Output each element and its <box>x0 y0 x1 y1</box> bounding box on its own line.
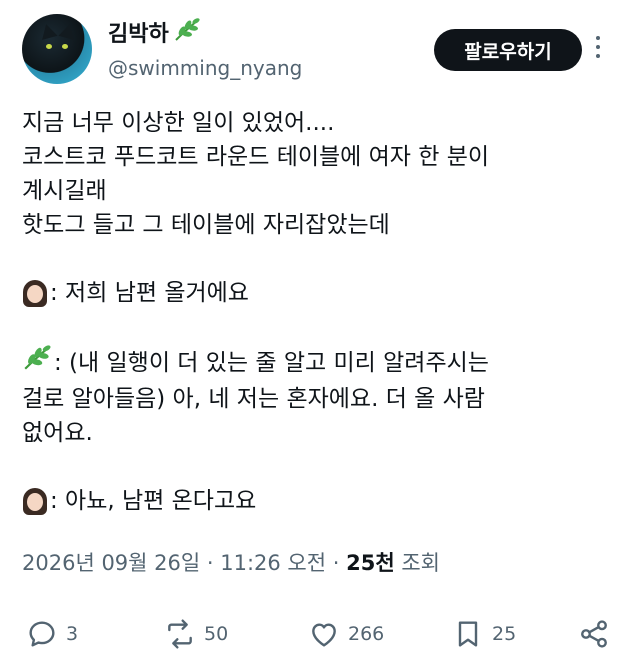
display-name[interactable]: 김박하 <box>108 16 169 48</box>
tweet-line-text: : (내 일행이 더 있는 줄 알고 미리 알려주시는 <box>54 350 489 376</box>
herb-icon <box>22 344 52 382</box>
tweet-line: 지금 너무 이상한 일이 있었어.... <box>22 106 622 140</box>
cat-ear-right <box>58 22 78 40</box>
tweet-line: 코스트코 푸드코트 라운드 테이블에 여자 한 분이 <box>22 140 622 174</box>
tweet-line-text: 걸로 알아들음) 아, 네 저는 혼자에요. 더 올 사람 <box>22 386 485 412</box>
cat-eye-left <box>46 44 52 49</box>
views-count: 25천 <box>346 551 395 575</box>
herb-icon <box>173 17 201 47</box>
tweet-line: 걸로 알아들음) 아, 네 저는 혼자에요. 더 올 사람 <box>22 382 622 416</box>
retweet-button[interactable]: 50 <box>164 612 228 656</box>
tweet-line: 없어요. <box>22 416 622 450</box>
tweet-line: : 저희 남편 올거에요 <box>22 276 622 310</box>
retweet-count: 50 <box>204 623 229 645</box>
tweet-datetime[interactable]: 2026년 09월 26일 · 11:26 오전 · <box>22 551 346 575</box>
tweet-line-text: 코스트코 푸드코트 라운드 테이블에 여자 한 분이 <box>22 144 490 170</box>
tweet-meta: 2026년 09월 26일 · 11:26 오전 · 25천 조회 <box>22 547 440 577</box>
more-options-icon[interactable] <box>596 36 600 58</box>
tweet-line: 계시길래 <box>22 174 622 208</box>
tweet-text: 지금 너무 이상한 일이 있었어.... 코스트코 푸드코트 라운드 테이블에 여… <box>22 106 622 518</box>
tweet-line-text: 계시길래 <box>22 178 107 204</box>
author-name-row[interactable]: 김박하 <box>108 16 201 48</box>
avatar[interactable] <box>22 14 92 84</box>
reply-button[interactable]: 3 <box>26 612 78 656</box>
tweet-line-text: 핫도그 들고 그 테이블에 자리잡았는데 <box>22 212 390 238</box>
like-count: 266 <box>348 623 385 645</box>
like-button[interactable]: 266 <box>308 612 384 656</box>
bookmark-count: 25 <box>492 623 517 645</box>
tweet-line-text: : 저희 남편 올거에요 <box>50 280 249 306</box>
tweet-line: : 아뇨, 남편 온다고요 <box>22 484 622 518</box>
share-icon <box>581 620 607 648</box>
tweet-line-text: 없어요. <box>22 420 93 446</box>
tweet-line-text: : 아뇨, 남편 온다고요 <box>50 488 257 514</box>
reply-icon <box>29 621 55 647</box>
share-button[interactable] <box>578 612 610 656</box>
tweet-line: 핫도그 들고 그 테이블에 자리잡았는데 <box>22 208 622 242</box>
woman-icon <box>22 278 48 308</box>
views-label: 조회 <box>394 551 440 575</box>
retweet-icon <box>168 619 192 649</box>
user-handle[interactable]: @swimming_nyang <box>108 56 302 80</box>
action-bar: 3 50 266 25 <box>0 612 640 656</box>
cat-eye-right <box>62 44 68 49</box>
heart-icon <box>312 623 336 647</box>
tweet-line-text: 지금 너무 이상한 일이 있었어.... <box>22 110 335 136</box>
reply-count: 3 <box>66 623 79 645</box>
follow-button[interactable]: 팔로우하기 <box>434 29 582 71</box>
cat-ear-left <box>38 22 58 40</box>
bookmark-icon <box>458 621 478 647</box>
bookmark-button[interactable]: 25 <box>452 612 516 656</box>
woman-icon <box>22 486 48 516</box>
tweet-line: : (내 일행이 더 있는 줄 알고 미리 알려주시는 <box>22 344 622 382</box>
